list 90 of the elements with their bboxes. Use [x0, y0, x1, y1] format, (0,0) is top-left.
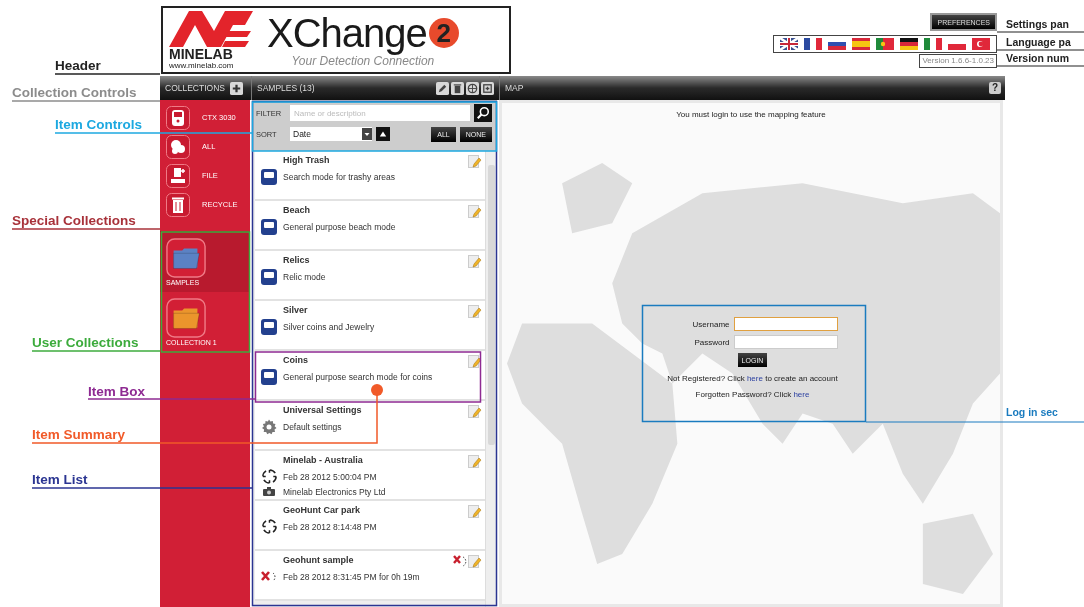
item-detail: Relic mode — [283, 271, 327, 282]
item-title: Beach — [283, 205, 311, 217]
detector-mode-icon — [261, 268, 277, 285]
gear-icon — [261, 418, 277, 435]
item-detail: General purpose search mode for coins — [283, 371, 434, 382]
detector-mode-icon — [261, 368, 277, 385]
annotation-label: Item Box — [88, 384, 145, 399]
trash-icon[interactable] — [166, 192, 190, 217]
annotation-label: Header — [55, 58, 101, 73]
register-text: Not Registered? Click here to create an account — [667, 374, 838, 383]
register-link[interactable]: here — [746, 374, 763, 383]
tagline: Your Detection Connection — [291, 54, 435, 68]
list-item[interactable]: Universal Settings Default settings — [255, 401, 485, 451]
forgot-password-link[interactable]: here — [793, 390, 810, 399]
triangle-up-icon — [379, 130, 387, 138]
list-item[interactable]: Relics Relic mode — [255, 251, 485, 301]
collections-label: COLLECTIONS — [165, 83, 225, 93]
crosshair-icon — [260, 468, 278, 485]
item-title: Silver — [283, 305, 309, 317]
item-title: Universal Settings — [283, 405, 363, 417]
brand-name: MINELAB — [169, 46, 233, 61]
device-icon[interactable] — [166, 105, 190, 130]
trash-icon[interactable] — [451, 81, 464, 95]
list-item[interactable]: Minelab - Australia Feb 28 2012 5:00:04 PM Minelab Electronics Pty Ltd — [255, 451, 485, 501]
edit-icon[interactable] — [468, 355, 482, 369]
forgot-password-text: Forgotten Password? Click here — [695, 390, 810, 399]
list-item[interactable]: Geohunt sample Feb 28 2012 8:31:45 PM for 0h 19m — [255, 551, 485, 601]
search-button[interactable] — [474, 104, 492, 122]
annotation-label: Item Controls — [55, 117, 142, 132]
flag-icon[interactable] — [780, 38, 798, 50]
detector-mode-icon — [261, 318, 277, 335]
add-icon[interactable] — [230, 81, 243, 95]
item-detail: Silver coins and Jewelry — [283, 321, 376, 332]
item-title: Relics — [283, 255, 311, 267]
item-title: High Trash — [283, 155, 331, 167]
login-notice: You must login to use the mapping feature — [675, 110, 827, 119]
list-item[interactable]: High Trash Search mode for trashy areas — [255, 151, 485, 201]
item-detail: Feb 28 2012 5:00:04 PM — [283, 471, 378, 482]
product-name: XChange — [267, 12, 427, 54]
item-detail: Feb 28 2012 8:31:45 PM for 0h 19m — [283, 571, 421, 582]
annotation-label: Log in sec — [1006, 406, 1058, 419]
username-field[interactable] — [733, 317, 838, 331]
list-item[interactable]: Coins General purpose search mode for coins — [255, 351, 485, 401]
globe-mark: 2 — [428, 18, 459, 48]
list-item[interactable]: GeoHunt Car park Feb 28 2012 8:14:48 PM — [255, 501, 485, 551]
annotation-label: Item List — [32, 472, 88, 487]
annotation-label: Special Collections — [12, 213, 136, 228]
item-title: Minelab - Australia — [283, 455, 364, 467]
item-detail: General purpose beach mode — [283, 221, 397, 232]
map-label[interactable]: MAP — [505, 83, 524, 93]
flag-icon[interactable] — [900, 38, 918, 50]
cross-mark-icon[interactable] — [453, 555, 467, 567]
caret-icon — [362, 128, 372, 140]
flag-icon[interactable] — [804, 38, 822, 50]
add-item-icon[interactable] — [481, 81, 494, 95]
detector-mode-icon — [261, 168, 277, 185]
samples-label: SAMPLES (13) — [257, 83, 315, 93]
chevron-logo-icon — [169, 10, 253, 47]
item-title: GeoHunt Car park — [283, 505, 361, 517]
brand-url: www.minelab.com — [169, 60, 234, 70]
cross-mark-icon — [261, 570, 277, 583]
item-detail: Minelab Electronics Pty Ltd — [283, 486, 387, 497]
username-label: Username — [691, 319, 730, 329]
annotation-label: Version num — [1006, 52, 1069, 65]
annotation-label: Collection Controls — [12, 85, 137, 100]
globe-icon[interactable] — [466, 81, 479, 95]
cluster-icon[interactable] — [166, 134, 190, 159]
annotation-label: User Collections — [32, 335, 139, 350]
annotation-label: Language pa — [1006, 36, 1071, 49]
sort-dropdown[interactable]: Date — [290, 127, 372, 141]
item-title: Geohunt sample — [283, 555, 355, 567]
help-button[interactable]: ? — [989, 82, 1001, 94]
item-detail: Search mode for trashy areas — [283, 171, 396, 182]
password-label: Password — [693, 337, 730, 347]
search-icon — [476, 106, 490, 120]
list-item[interactable]: Beach General purpose beach mode — [255, 201, 485, 251]
edit-icon[interactable] — [436, 81, 449, 95]
version-label: Version 1.6.6-1.0.23 — [919, 54, 997, 68]
annotation-label: Settings pan — [1006, 18, 1069, 31]
item-detail: Feb 28 2012 8:14:48 PM — [283, 521, 378, 532]
list-item[interactable]: Silver Silver coins and Jewelry — [255, 301, 485, 351]
sort-direction-button[interactable] — [376, 127, 390, 141]
annotation-label: Item Summary — [32, 427, 126, 442]
detector-mode-icon — [261, 218, 277, 235]
password-field[interactable] — [733, 335, 838, 349]
item-detail: Default settings — [283, 421, 343, 432]
crosshair-icon — [260, 518, 278, 535]
item-title: Coins — [283, 355, 309, 367]
file-icon[interactable] — [166, 163, 190, 188]
scrollbar[interactable] — [485, 151, 497, 607]
